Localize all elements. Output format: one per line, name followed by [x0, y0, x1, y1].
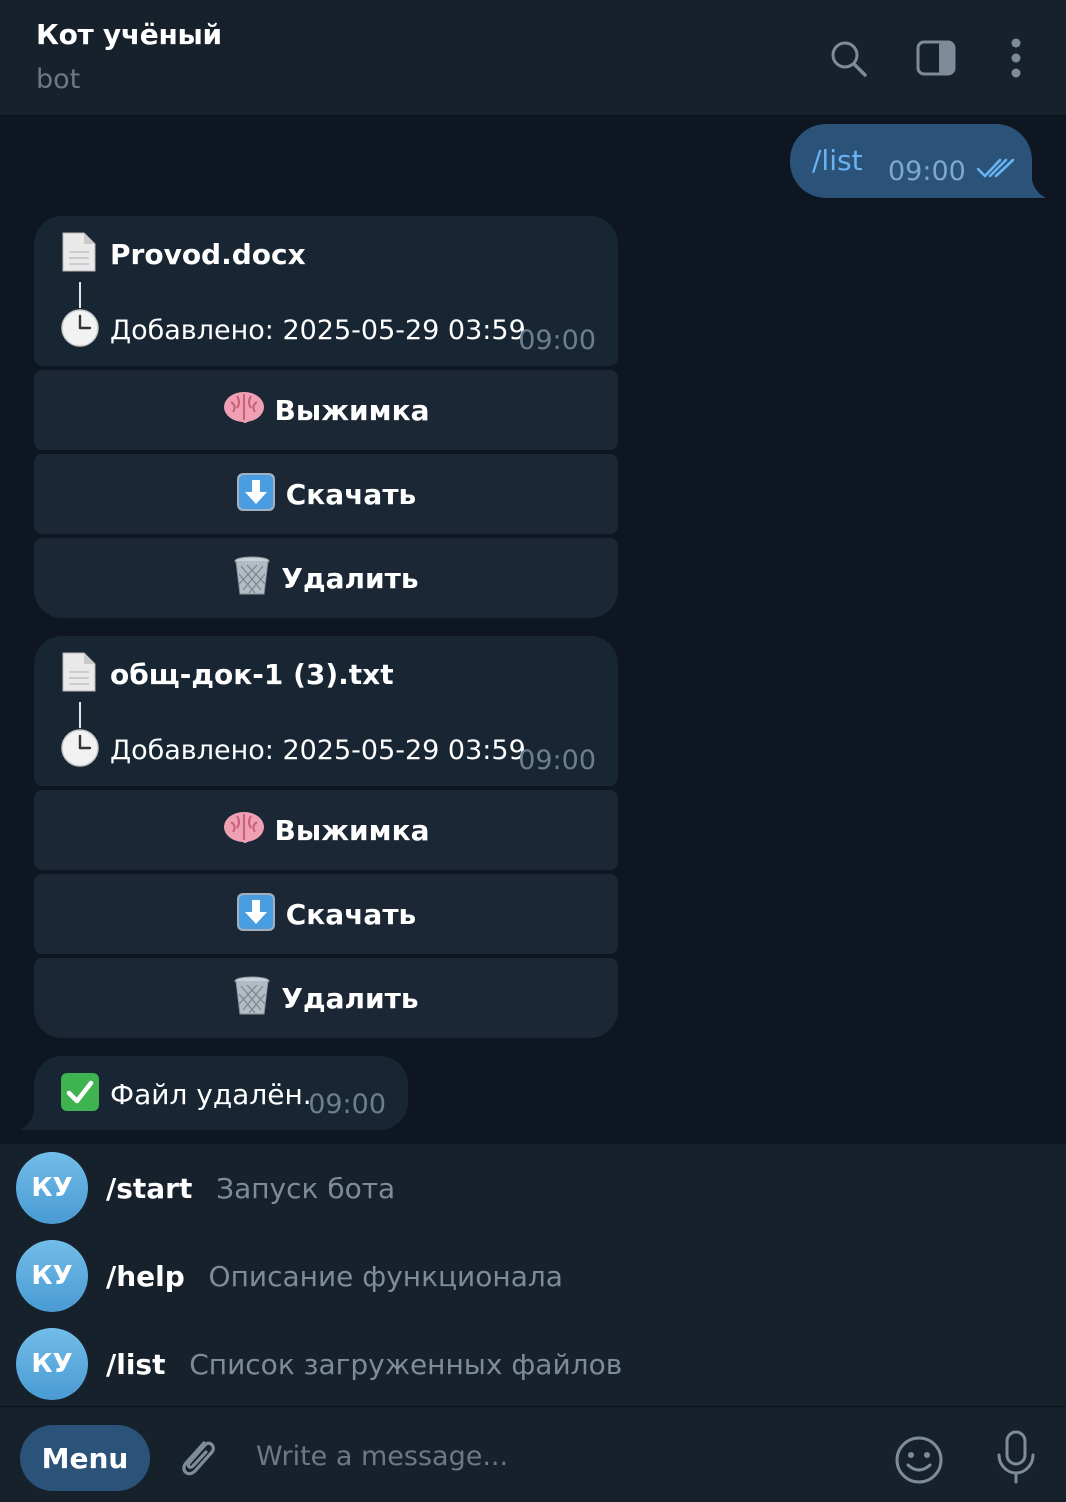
command-name: /list	[106, 1347, 166, 1381]
message-time: 09:00	[308, 1089, 386, 1120]
avatar: КУ	[16, 1152, 88, 1224]
smile-icon[interactable]	[894, 1435, 944, 1489]
button-label: Скачать	[285, 477, 417, 511]
download-button[interactable]: Скачать	[34, 874, 618, 954]
down-arrow-icon	[236, 472, 276, 516]
message-input[interactable]	[256, 1431, 856, 1481]
tree-connector	[79, 702, 81, 728]
document-icon	[60, 652, 98, 696]
button-label: Выжимка	[274, 813, 430, 847]
sidebar-toggle-icon[interactable]	[914, 36, 958, 80]
summary-button[interactable]: Выжимка	[34, 370, 618, 450]
message-time: 09:00	[518, 325, 596, 356]
search-icon[interactable]	[826, 36, 870, 80]
button-label: Удалить	[281, 561, 419, 595]
command-item-list[interactable]: КУ /list Список загруженных файлов	[0, 1320, 1066, 1408]
status-text: Файл удалён.	[110, 1077, 312, 1111]
message-time: 09:00	[518, 745, 596, 776]
avatar: КУ	[16, 1328, 88, 1400]
message-time: 09:00	[888, 156, 966, 187]
file-message: общ-док-1 (3).txt Добавлено: 2025-05-29 …	[34, 636, 618, 786]
message-composer: Menu	[0, 1406, 1066, 1502]
delete-button[interactable]: Удалить	[34, 538, 618, 618]
file-added-date: Добавлено: 2025-05-29 03:59	[110, 734, 526, 766]
microphone-icon[interactable]	[994, 1429, 1038, 1489]
brain-icon	[223, 390, 265, 430]
wastebasket-icon	[233, 556, 271, 600]
summary-button[interactable]: Выжимка	[34, 790, 618, 870]
bubble-tail	[1014, 162, 1046, 198]
command-name: /start	[106, 1171, 193, 1205]
command-item-start[interactable]: КУ /start Запуск бота	[0, 1144, 1066, 1232]
file-name: общ-док-1 (3).txt	[110, 657, 394, 691]
button-label: Выжимка	[274, 393, 430, 427]
command-name: /help	[106, 1259, 185, 1293]
message-text[interactable]: /list	[812, 144, 863, 177]
file-message: Provod.docx Добавлено: 2025-05-29 03:59 …	[34, 216, 618, 366]
wastebasket-icon	[233, 976, 271, 1020]
chat-header: Кот учёный bot	[0, 0, 1066, 116]
file-name: Provod.docx	[110, 237, 306, 271]
command-description: Запуск бота	[216, 1171, 396, 1205]
download-button[interactable]: Скачать	[34, 454, 618, 534]
chat-subtitle: bot	[36, 64, 81, 95]
more-vertical-icon[interactable]	[994, 36, 1038, 80]
clock-icon	[60, 308, 100, 352]
command-item-help[interactable]: КУ /help Описание функционала	[0, 1232, 1066, 1320]
double-check-icon	[976, 156, 1016, 184]
outgoing-message[interactable]: /list 09:00	[790, 124, 1032, 198]
delete-button[interactable]: Удалить	[34, 958, 618, 1038]
brain-icon	[223, 810, 265, 850]
button-label: Удалить	[281, 981, 419, 1015]
command-description: Список загруженных файлов	[189, 1347, 623, 1381]
file-added-date: Добавлено: 2025-05-29 03:59	[110, 314, 526, 346]
status-message: Файл удалён. 09:00	[34, 1056, 408, 1130]
chat-title[interactable]: Кот учёный	[36, 18, 222, 51]
check-mark-icon	[60, 1072, 100, 1116]
menu-button[interactable]: Menu	[20, 1425, 150, 1491]
tree-connector	[79, 282, 81, 308]
button-label: Скачать	[285, 897, 417, 931]
document-icon	[60, 232, 98, 276]
paperclip-icon[interactable]	[174, 1433, 222, 1487]
chat-messages: /list 09:00 Provod.docx Добавлено: 2025-…	[0, 116, 1066, 1144]
clock-icon	[60, 728, 100, 772]
avatar: КУ	[16, 1240, 88, 1312]
command-suggestions: КУ /start Запуск бота КУ /help Описание …	[0, 1144, 1066, 1406]
down-arrow-icon	[236, 892, 276, 936]
command-description: Описание функционала	[208, 1259, 563, 1293]
